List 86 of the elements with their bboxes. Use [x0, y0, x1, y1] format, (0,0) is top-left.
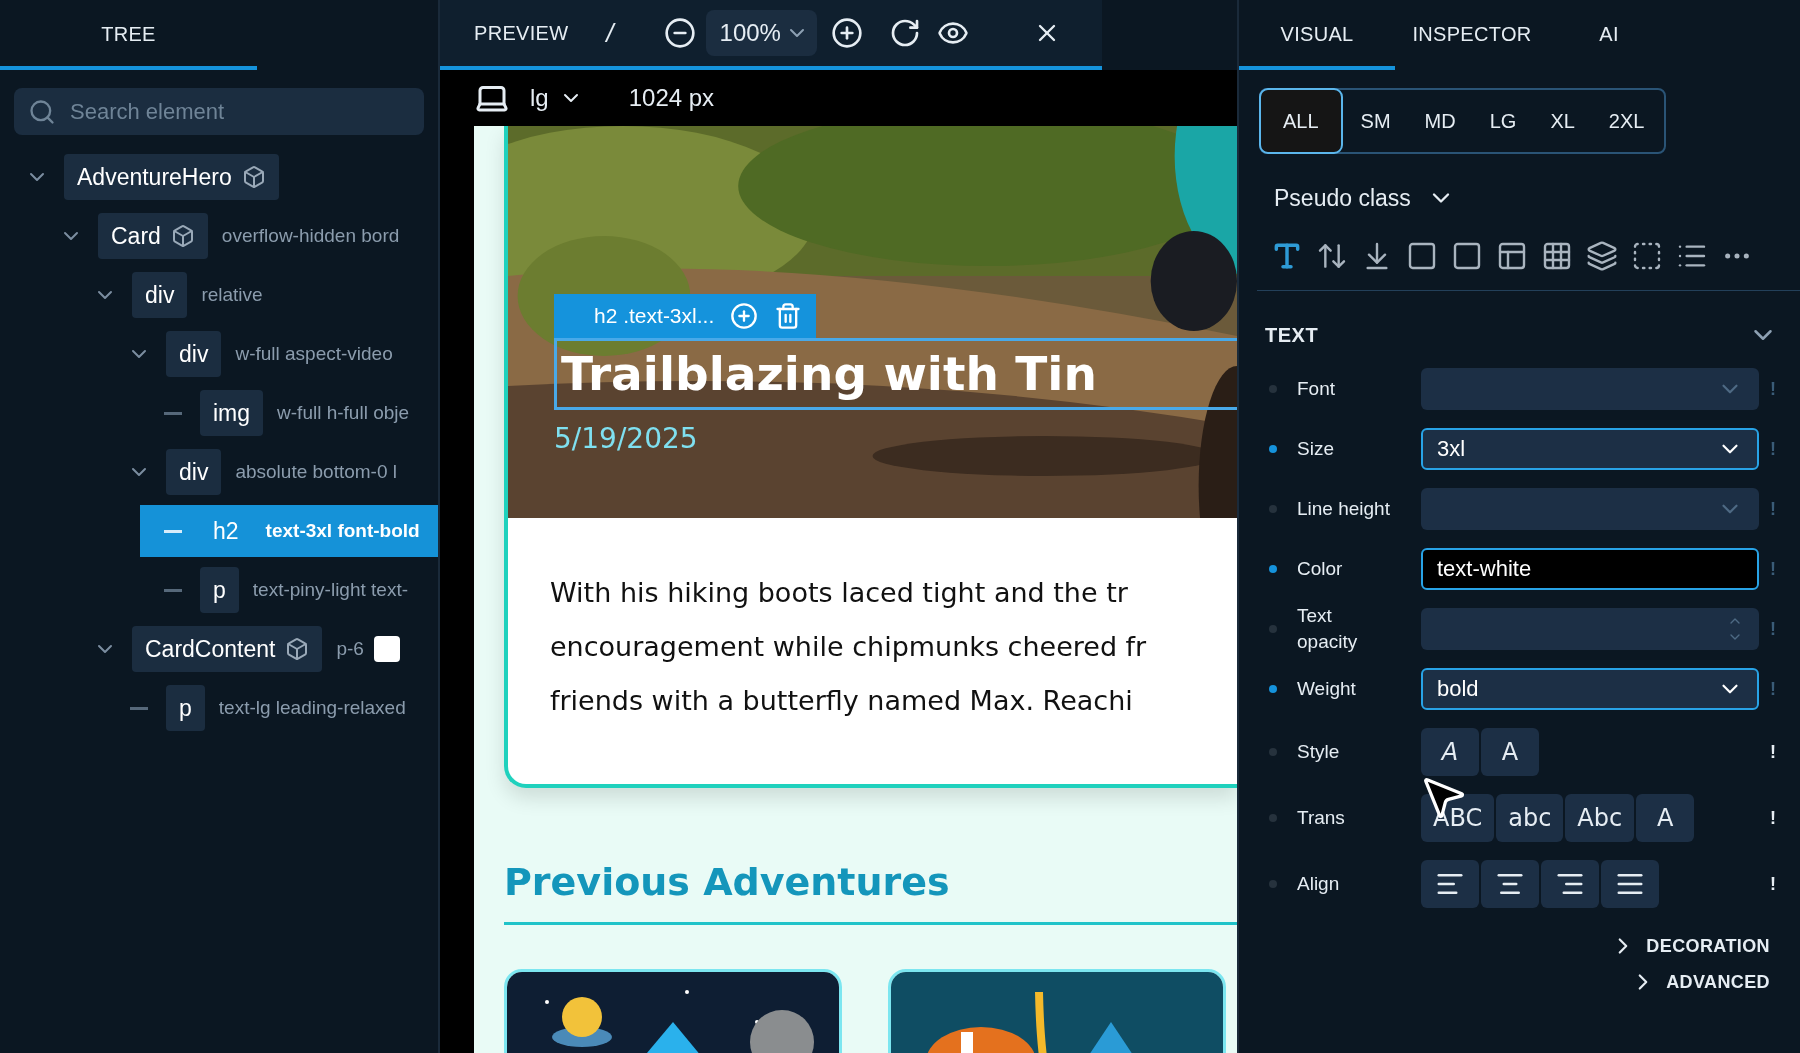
panel-tab[interactable]: VISUAL — [1239, 0, 1395, 70]
property-label: Weight — [1297, 677, 1357, 701]
property-label: Trans — [1297, 806, 1346, 830]
property-label: Style — [1297, 740, 1341, 764]
add-icon[interactable] — [730, 302, 759, 330]
tree-tag[interactable]: CardContent — [132, 626, 323, 672]
dash-icon — [130, 706, 148, 710]
zoom-select[interactable]: 100% — [705, 10, 817, 56]
option-button[interactable]: A — [1421, 728, 1479, 776]
option-button[interactable]: Abc — [1565, 794, 1635, 842]
class-list: relative — [201, 284, 263, 306]
option-button[interactable]: A — [1636, 794, 1695, 842]
tree-tag[interactable]: AdventureHero — [64, 154, 279, 200]
breakpoint-button[interactable]: LG — [1475, 90, 1531, 152]
important-toggle[interactable]: ! — [1770, 873, 1776, 895]
search-field[interactable]: Search element — [14, 88, 424, 135]
cube-icon — [285, 637, 310, 661]
dash-icon — [164, 588, 182, 592]
breakpoint-button[interactable]: SM — [1346, 90, 1405, 152]
grid-icon[interactable] — [1541, 240, 1573, 272]
tree-tag[interactable]: div — [132, 272, 188, 318]
hero-title: Trailblazing with Tin — [554, 338, 1237, 410]
option-button[interactable]: A — [1481, 728, 1539, 776]
align-button[interactable] — [1481, 860, 1539, 908]
property-label: Text opacity — [1297, 604, 1359, 654]
collapsible-group[interactable]: DECORATION — [1610, 933, 1770, 959]
align-button[interactable] — [1421, 860, 1479, 908]
hero-date: 5/19/2025 — [554, 422, 699, 455]
collapsible-group[interactable]: ADVANCED — [1630, 969, 1770, 995]
search-input[interactable]: Search element — [68, 97, 410, 126]
cube-icon — [170, 224, 195, 248]
width-label: 1024 px — [628, 84, 715, 112]
breakpoint-button[interactable]: 2XL — [1594, 90, 1659, 152]
search-icon — [28, 97, 56, 126]
class-list: absolute bottom-0 l — [235, 461, 397, 483]
body-text: encouragement while chipmunks cheered fr — [550, 630, 1148, 664]
layout-icon[interactable] — [1496, 240, 1528, 272]
tree-tag[interactable]: div — [166, 331, 222, 377]
section-title: TEXT — [1265, 323, 1319, 347]
select-field[interactable]: bold — [1421, 668, 1759, 710]
property-label: Font — [1297, 377, 1337, 401]
dash-icon — [164, 529, 182, 533]
breakpoint-button[interactable]: MD — [1410, 90, 1470, 152]
property-label: Size — [1297, 437, 1335, 461]
pseudo-class-select[interactable]: Pseudo class — [1274, 184, 1455, 212]
tree-tab[interactable]: TREE — [0, 0, 257, 70]
square-icon[interactable] — [1451, 240, 1483, 272]
section-heading: Previous Adventures — [504, 860, 1237, 925]
number-field[interactable] — [1421, 608, 1759, 650]
align-button[interactable] — [1601, 860, 1659, 908]
panel-tab[interactable]: INSPECTOR — [1395, 0, 1549, 70]
breakpoint-button[interactable]: ALL — [1261, 90, 1341, 152]
selection-label: h2 .text-3xl... — [594, 304, 715, 328]
important-toggle[interactable]: ! — [1770, 741, 1776, 763]
layers-icon[interactable] — [1586, 240, 1618, 272]
select-field[interactable] — [1421, 488, 1759, 530]
property-label: Line height — [1297, 497, 1391, 521]
class-list: overflow-hidden bord — [221, 225, 400, 247]
body-text: With his hiking boots laced tight and the tr — [550, 576, 1129, 610]
class-list: p-6 — [336, 638, 364, 660]
important-toggle[interactable]: ! — [1770, 807, 1776, 829]
breakpoint-select[interactable]: lg — [524, 83, 589, 113]
preview-tab[interactable]: PREVIEW — [474, 21, 569, 45]
select-field[interactable]: 3xl — [1421, 428, 1759, 470]
tree-tag[interactable]: p — [166, 685, 205, 731]
body-text: friends with a butterfly named Max. Reachi — [550, 684, 1134, 718]
cube-icon — [241, 165, 266, 189]
class-list: text-3xl font-bold — [265, 520, 420, 542]
select-field[interactable] — [1421, 368, 1759, 410]
property-label: Align — [1297, 872, 1341, 896]
breadcrumb[interactable]: / — [606, 17, 614, 49]
tree-tag[interactable]: Card — [98, 213, 208, 259]
tree-tag[interactable]: p — [200, 567, 239, 613]
class-list: text-lg leading-relaxed — [218, 697, 406, 719]
class-list: w-full h-full obje — [277, 402, 410, 424]
class-list: w-full aspect-video — [235, 343, 393, 365]
property-label: Color — [1297, 557, 1344, 581]
panel-tab[interactable]: AI — [1549, 0, 1669, 70]
option-button[interactable]: abc — [1496, 794, 1564, 842]
dash-icon — [164, 411, 182, 415]
text-field[interactable]: text-white — [1421, 548, 1759, 590]
tree-tag[interactable]: img — [200, 390, 264, 436]
class-list: text-piny-light text- — [252, 579, 409, 601]
tree-tag[interactable]: div — [166, 449, 222, 495]
breakpoint-button[interactable]: XL — [1536, 90, 1589, 152]
align-button[interactable] — [1541, 860, 1599, 908]
